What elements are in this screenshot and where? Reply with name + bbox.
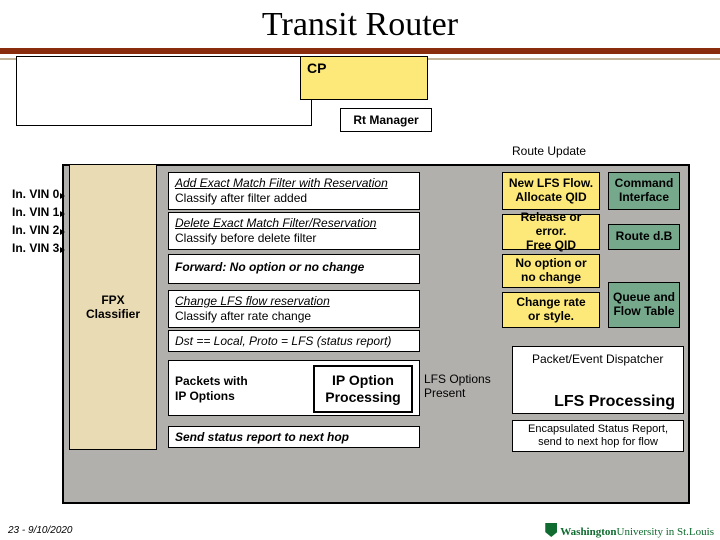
msg-del1: Delete Exact Match Filter/Reservation	[175, 216, 413, 231]
rdb: Route d.B	[616, 230, 673, 244]
rel2: Free QID	[526, 239, 576, 253]
side-new-lfs: New LFS Flow. Allocate QID	[502, 172, 600, 210]
enc2: send to next hop for flow	[538, 436, 658, 449]
rt-manager-label: Rt Manager	[353, 113, 418, 127]
cp-label: CP	[307, 60, 326, 76]
msg-dst-local: Dst == Local, Proto = LFS (status report…	[168, 330, 420, 352]
lfs-options-present: LFS Options Present	[424, 372, 491, 401]
side-release: Release or error. Free QID	[502, 214, 600, 250]
fpx-line2: Classifier	[86, 307, 140, 321]
route-db: Route d.B	[608, 224, 680, 250]
msg-pkt2: IP Options	[175, 389, 313, 404]
wu-logo: WashingtonUniversity in St.Louis	[545, 523, 714, 538]
side-new2: Allocate QID	[515, 191, 586, 205]
encapsulated-status: Encapsulated Status Report, send to next…	[512, 420, 684, 452]
msg-dst: Dst == Local, Proto = LFS (status report…	[175, 334, 413, 349]
qft1: Queue and	[613, 291, 675, 305]
vin0-label: In. VIN 0	[12, 187, 59, 201]
msg-delete-filter: Delete Exact Match Filter/Reservation Cl…	[168, 212, 420, 250]
lfsopt2: Present	[424, 386, 491, 400]
vin2-arrow	[60, 229, 65, 235]
rate2: or style.	[528, 310, 574, 324]
msg-send: Send status report to next hop	[175, 430, 413, 445]
cp-outer-box	[16, 56, 312, 126]
rate1: Change rate	[516, 296, 585, 310]
rt-manager-box: Rt Manager	[340, 108, 432, 132]
vin3-label: In. VIN 3	[12, 241, 59, 255]
vin2-label: In. VIN 2	[12, 223, 59, 237]
side-no-option: No option or no change	[502, 254, 600, 288]
msg-chg2: Classify after rate change	[175, 309, 413, 324]
msg-add2: Classify after filter added	[175, 191, 413, 206]
cmd2: Interface	[619, 191, 669, 205]
packet-event-dispatcher: Packet/Event Dispatcher	[532, 352, 663, 366]
enc1: Encapsulated Status Report,	[528, 423, 668, 436]
vin3-arrow	[60, 247, 65, 253]
msg-fwd: Forward: No option or no change	[175, 260, 413, 275]
lfs-label: LFS Processing	[554, 393, 675, 411]
page-title: Transit Router	[0, 0, 720, 50]
title-bar: Transit Router	[0, 0, 720, 54]
side-new1: New LFS Flow.	[509, 177, 593, 191]
fpx-line1: FPX	[101, 293, 124, 307]
noop1: No option or	[515, 257, 586, 271]
msg-change-flow: Change LFS flow reservation Classify aft…	[168, 290, 420, 328]
msg-forward: Forward: No option or no change	[168, 254, 420, 284]
msg-send-status: Send status report to next hop	[168, 426, 420, 448]
cmd1: Command	[615, 177, 674, 191]
msg-add-filter: Add Exact Match Filter with Reservation …	[168, 172, 420, 210]
lfsopt1: LFS Options	[424, 372, 491, 386]
fpx-classifier-box: FPX Classifier	[69, 164, 157, 450]
cmd-interface: Command Interface	[608, 172, 680, 210]
msg-del2: Classify before delete filter	[175, 231, 413, 246]
queue-flow-table: Queue and Flow Table	[608, 282, 680, 328]
vin0-arrow	[60, 193, 65, 199]
msg-packets-ip: Packets with IP Options IP Option Proces…	[168, 360, 420, 416]
ipo1: IP Option	[332, 372, 394, 390]
page-footer-left: 23 - 9/10/2020	[8, 525, 73, 536]
footer-bar: 23 - 9/10/2020 WashingtonUniversity in S…	[0, 518, 720, 540]
msg-chg1: Change LFS flow reservation	[175, 294, 413, 309]
ipo2: Processing	[325, 389, 400, 407]
rel1: Release or error.	[507, 211, 595, 239]
vin1-arrow	[60, 211, 65, 217]
noop2: no change	[521, 271, 581, 285]
cp-box: CP	[300, 56, 428, 100]
qft2: Flow Table	[613, 305, 674, 319]
vin1-label: In. VIN 1	[12, 205, 59, 219]
msg-pkt1: Packets with	[175, 374, 313, 389]
side-change-rate: Change rate or style.	[502, 292, 600, 328]
shield-icon	[545, 523, 557, 537]
ip-option-box: IP Option Processing	[313, 365, 413, 413]
msg-add1: Add Exact Match Filter with Reservation	[175, 176, 413, 191]
route-update-label: Route Update	[512, 144, 586, 158]
